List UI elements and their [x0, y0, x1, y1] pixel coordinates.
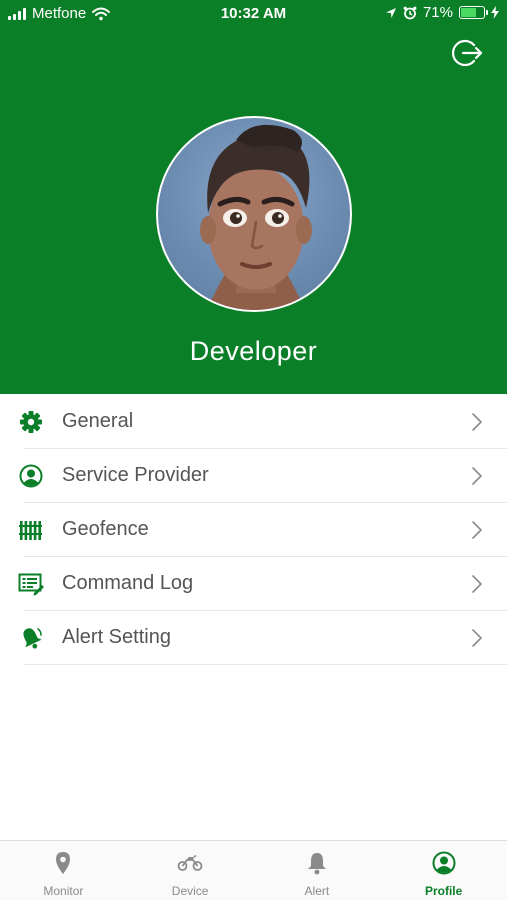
profile-header: Metfone 10:32 AM 71% Developer	[0, 0, 507, 394]
tab-label: Device	[171, 884, 209, 898]
profile-menu: General Service Provider Geofence Comman…	[0, 395, 507, 665]
tab-profile[interactable]: Profile	[380, 841, 507, 900]
log-icon	[18, 573, 44, 596]
location-pin-icon	[56, 852, 71, 874]
menu-item-label: Alert Setting	[62, 626, 171, 648]
status-bar: Metfone 10:32 AM 71%	[0, 0, 507, 30]
divider	[24, 664, 507, 665]
chevron-right-icon	[472, 467, 482, 485]
avatar[interactable]	[156, 116, 352, 312]
gear-icon	[20, 411, 42, 433]
tab-alert[interactable]: Alert	[254, 841, 381, 900]
motorbike-icon	[177, 854, 203, 871]
bottom-tab-bar: Monitor Device Alert Profile	[0, 840, 507, 900]
menu-item-service-provider[interactable]: Service Provider	[0, 449, 507, 503]
status-right: 71%	[385, 4, 499, 21]
fence-icon	[19, 521, 42, 540]
menu-item-label: Geofence	[62, 518, 149, 540]
user-avatar	[200, 124, 312, 310]
menu-item-label: Command Log	[62, 572, 194, 594]
location-arrow-icon	[385, 7, 396, 18]
battery-percent: 71%	[422, 4, 453, 21]
menu-item-geofence[interactable]: Geofence	[0, 503, 507, 557]
logout-icon	[452, 39, 483, 67]
user-circle-icon	[19, 464, 43, 488]
tab-label: Alert	[304, 884, 330, 898]
menu-item-label: General	[62, 410, 134, 432]
charging-bolt-icon	[491, 6, 499, 19]
tab-label: Profile	[424, 884, 463, 898]
chevron-right-icon	[472, 629, 482, 647]
bell-icon	[23, 628, 42, 649]
alarm-icon	[403, 6, 417, 19]
menu-item-alert-setting[interactable]: Alert Setting	[0, 611, 507, 665]
battery-icon	[459, 6, 488, 19]
chevron-right-icon	[472, 575, 482, 593]
user-circle-icon	[432, 851, 456, 875]
user-name: Developer	[189, 336, 318, 366]
menu-item-general[interactable]: General	[0, 395, 507, 449]
chevron-right-icon	[472, 413, 482, 431]
menu-item-label: Service Provider	[62, 464, 209, 486]
chevron-right-icon	[472, 521, 482, 539]
tab-monitor[interactable]: Monitor	[0, 841, 127, 900]
tab-label: Monitor	[43, 884, 84, 898]
logout-button[interactable]	[450, 36, 484, 70]
bell-icon	[307, 853, 326, 875]
tab-device[interactable]: Device	[127, 841, 254, 900]
menu-item-command-log[interactable]: Command Log	[0, 557, 507, 611]
